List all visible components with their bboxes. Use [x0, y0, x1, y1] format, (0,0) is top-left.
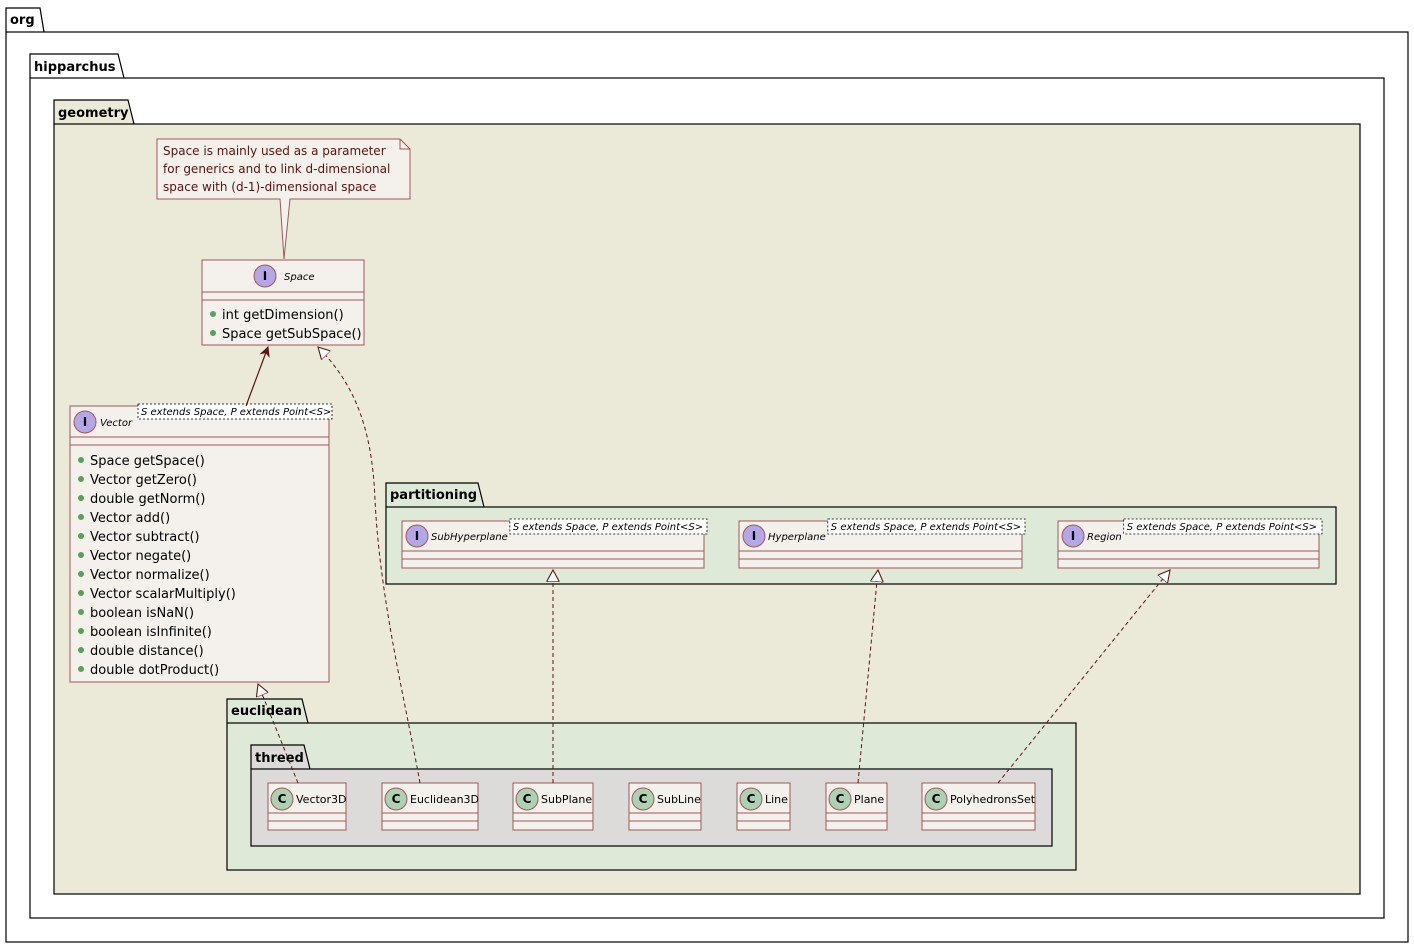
public-member-icon	[78, 533, 84, 539]
class-name: Plane	[854, 793, 884, 806]
class-name: SubLine	[657, 793, 701, 806]
interface-region[interactable]: I Region S extends Space, P extends Point<…	[1057, 518, 1323, 569]
interface-name: Region	[1087, 532, 1122, 543]
interface-generic: S extends Space, P extends Point<S>	[831, 522, 1021, 533]
badge-letter: C	[278, 792, 287, 806]
vector-member: double getNorm()	[90, 492, 205, 507]
note-line-3: space with (d-1)-dimensional space	[163, 180, 376, 194]
interface-hyperplane[interactable]: I Hyperplane S extends Space, P extends Po…	[738, 518, 1026, 569]
public-member-icon	[78, 609, 84, 615]
class-euclidean3d[interactable]: C Euclidean3D	[381, 782, 479, 831]
public-member-icon	[210, 311, 216, 317]
class-name: SubPlane	[541, 793, 592, 806]
badge-letter: C	[836, 792, 845, 806]
vector-member: Vector normalize()	[90, 568, 210, 583]
public-member-icon	[78, 495, 84, 501]
interface-generic: S extends Space, P extends Point<S>	[1127, 522, 1317, 533]
interface-name: Hyperplane	[768, 532, 826, 543]
badge-letter: C	[639, 792, 648, 806]
vector-member: boolean isNaN()	[90, 606, 194, 621]
vector-member: Vector getZero()	[90, 473, 197, 488]
public-member-icon	[78, 590, 84, 596]
badge-letter: I	[1071, 529, 1075, 543]
class-subplane[interactable]: C SubPlane	[512, 782, 594, 831]
public-member-icon	[78, 457, 84, 463]
note-line-1: Space is mainly used as a parameter	[163, 144, 386, 158]
class-polyhedronsset[interactable]: C PolyhedronsSet	[921, 782, 1036, 831]
class-name: Line	[765, 793, 788, 806]
public-member-icon	[78, 647, 84, 653]
space-member-2: Space getSubSpace()	[222, 327, 362, 342]
svg-text:I: I	[83, 415, 87, 429]
badge-letter: C	[392, 792, 401, 806]
public-member-icon	[78, 476, 84, 482]
class-line[interactable]: C Line	[736, 782, 791, 831]
vector-generic: S extends Space, P extends Point<S>	[141, 407, 331, 418]
note-line-2: for generics and to link d-dimensional	[163, 162, 390, 176]
interface-generic: S extends Space, P extends Point<S>	[513, 522, 703, 533]
vector-member: Space getSpace()	[90, 454, 205, 469]
class-subline[interactable]: C SubLine	[628, 782, 702, 831]
uml-class-diagram: org hipparchus geometry partitioning euc…	[5, 7, 1409, 943]
vector-member: double dotProduct()	[90, 663, 219, 678]
package-geometry-label: geometry	[58, 106, 129, 121]
vector-member: Vector add()	[90, 511, 170, 526]
interface-vector[interactable]: I Vector S extends Space, P extends Poin…	[69, 403, 333, 683]
class-plane[interactable]: C Plane	[825, 782, 888, 831]
interface-subhyperplane[interactable]: I SubHyperplane S extends Space, P extends…	[401, 518, 708, 569]
public-member-icon	[78, 571, 84, 577]
class-name: PolyhedronsSet	[950, 793, 1036, 806]
public-member-icon	[78, 666, 84, 672]
package-hipparchus-label: hipparchus	[34, 60, 116, 75]
badge-letter: C	[932, 792, 941, 806]
package-threed-label: threed	[255, 751, 304, 766]
badge-letter: C	[747, 792, 756, 806]
package-partitioning-label: partitioning	[390, 488, 477, 503]
class-vector3d[interactable]: C Vector3D	[267, 782, 347, 831]
badge-letter: I	[752, 529, 756, 543]
interface-name: SubHyperplane	[431, 532, 508, 543]
svg-text:I: I	[263, 269, 267, 283]
package-euclidean-label: euclidean	[231, 704, 302, 719]
vector-member: Vector negate()	[90, 549, 191, 564]
class-name: Euclidean3D	[410, 793, 479, 806]
vector-member: boolean isInfinite()	[90, 625, 212, 640]
interface-vector-name: Vector	[100, 418, 133, 429]
vector-member: Vector scalarMultiply()	[90, 587, 236, 602]
vector-member: Vector subtract()	[90, 530, 200, 545]
public-member-icon	[210, 330, 216, 336]
public-member-icon	[78, 552, 84, 558]
badge-letter: C	[523, 792, 532, 806]
public-member-icon	[78, 514, 84, 520]
partitioning-interfaces: I SubHyperplane S extends Space, P extends…	[401, 518, 1323, 569]
interface-space-name: Space	[284, 272, 314, 283]
interface-space[interactable]: I Space int getDimension() Space getSubS…	[201, 259, 365, 346]
class-name: Vector3D	[296, 793, 347, 806]
package-org-label: org	[10, 13, 35, 28]
badge-letter: I	[415, 529, 419, 543]
vector-member: double distance()	[90, 644, 204, 659]
space-member-1: int getDimension()	[222, 308, 344, 323]
public-member-icon	[78, 628, 84, 634]
